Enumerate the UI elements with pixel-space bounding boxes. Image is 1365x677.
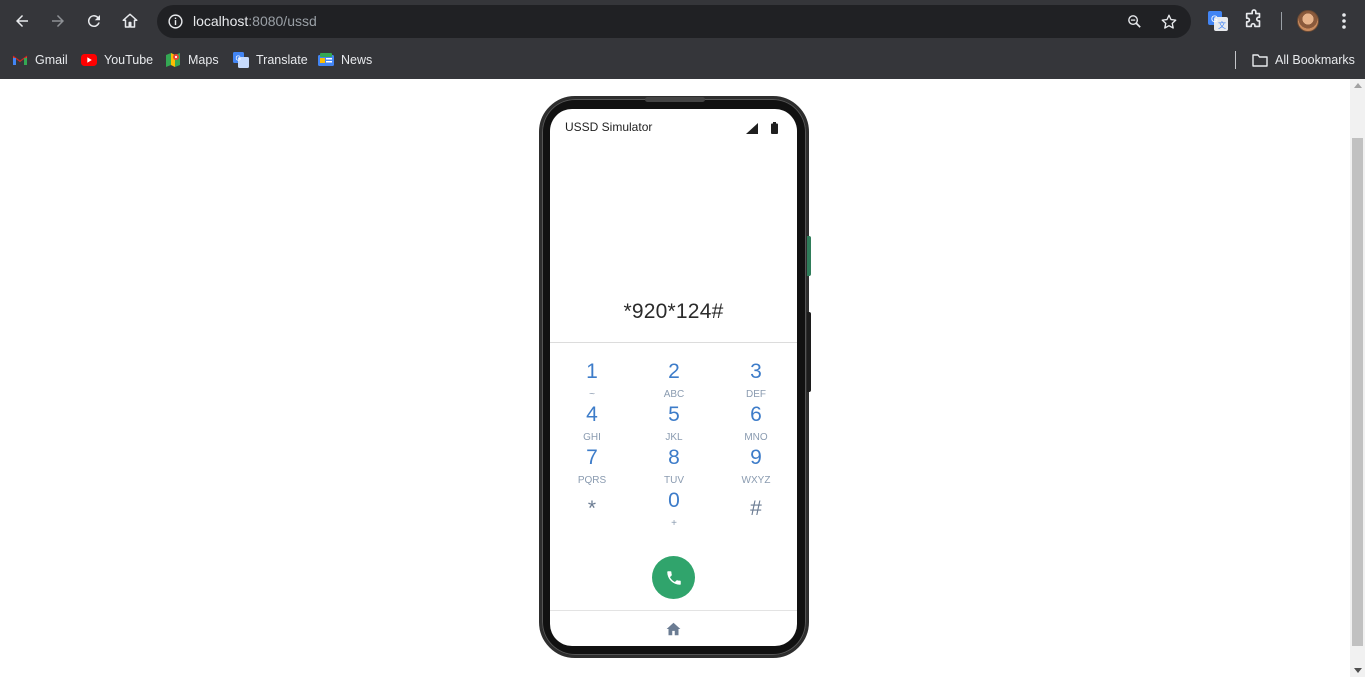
reload-icon: [87, 15, 100, 28]
app-title: USSD Simulator: [565, 120, 653, 134]
key-2[interactable]: 2 ABC: [639, 360, 709, 403]
svg-text:文: 文: [1218, 20, 1226, 30]
key-letters: PQRS: [577, 475, 607, 486]
phone-side-button: [807, 236, 811, 276]
key-digit: 6: [750, 403, 762, 426]
bookmark-label: Maps: [188, 53, 219, 67]
key-digit: 2: [668, 360, 680, 383]
address-bar[interactable]: localhost:8080/ussd: [157, 5, 1191, 38]
key-star[interactable]: *: [557, 497, 627, 540]
bookmark-label: News: [341, 53, 373, 67]
key-digit: 3: [750, 360, 762, 383]
key-digit: 4: [586, 403, 598, 426]
bookmarks-separator: [1235, 51, 1236, 69]
scrollbar-thumb[interactable]: [1352, 138, 1363, 646]
phone-home-button[interactable]: [664, 619, 683, 638]
extensions-puzzle-icon[interactable]: [1243, 9, 1265, 31]
key-letters: +: [671, 518, 677, 529]
key-8[interactable]: 8 TUV: [639, 446, 709, 489]
arrow-left-icon: [16, 15, 28, 27]
youtube-icon: [81, 52, 97, 68]
key-letters: WXYZ: [741, 475, 771, 486]
battery-icon: [771, 122, 778, 134]
translate-icon: G: [233, 52, 249, 68]
key-9[interactable]: 9 WXYZ: [721, 446, 791, 489]
call-button[interactable]: [652, 556, 695, 599]
key-digit: *: [587, 497, 597, 520]
bookmark-label: Translate: [256, 53, 308, 67]
menu-kebab-icon[interactable]: [1334, 9, 1354, 33]
scroll-down-arrow-icon[interactable]: [1354, 668, 1362, 673]
svg-text:G: G: [236, 56, 241, 63]
key-4[interactable]: 4 GHI: [557, 403, 627, 446]
key-5[interactable]: 5 JKL: [639, 403, 709, 446]
phone-call-icon: [666, 570, 681, 585]
key-3[interactable]: 3 DEF: [721, 360, 791, 403]
key-6[interactable]: 6 MNO: [721, 403, 791, 446]
key-letters: GHI: [583, 432, 601, 443]
key-letters: JKL: [665, 432, 683, 443]
page-scrollbar[interactable]: [1350, 79, 1365, 677]
key-1[interactable]: 1 ~: [557, 360, 627, 403]
phone-screen: USSD Simulator *920*124# 1 ~ 2 ABC 3 DEF 4G…: [550, 109, 797, 646]
phone-volume-button: [807, 312, 811, 392]
phone-speaker: [645, 97, 705, 102]
browser-toolbar: localhost:8080/ussd G文: [0, 0, 1365, 42]
zoom-icon[interactable]: [1122, 9, 1147, 34]
all-bookmarks-button[interactable]: All Bookmarks: [1252, 50, 1355, 70]
reload-button[interactable]: [79, 6, 109, 36]
gmail-icon: [12, 52, 28, 68]
all-bookmarks-label: All Bookmarks: [1275, 53, 1355, 67]
key-digit: 7: [586, 446, 598, 469]
key-digit: #: [750, 497, 762, 520]
profile-avatar[interactable]: [1297, 10, 1319, 32]
bookmark-translate[interactable]: G Translate: [233, 50, 308, 70]
svg-text:G: G: [1211, 14, 1218, 24]
key-hash[interactable]: #: [721, 497, 791, 540]
maps-icon: [165, 52, 181, 68]
key-digit: 0: [668, 489, 680, 512]
home-icon: [122, 13, 138, 28]
display-divider: [550, 342, 797, 343]
scroll-up-arrow-icon[interactable]: [1354, 83, 1362, 88]
key-digit: 5: [668, 403, 680, 426]
key-letters: MNO: [744, 432, 768, 443]
home-icon: [666, 622, 681, 635]
bookmark-label: YouTube: [104, 53, 154, 67]
url-text[interactable]: localhost:8080/ussd: [193, 13, 317, 29]
bookmark-maps[interactable]: Maps: [165, 50, 219, 70]
key-digit: 9: [750, 446, 762, 469]
folder-icon: [1252, 52, 1268, 68]
key-letters: DEF: [746, 389, 766, 400]
key-7[interactable]: 7 PQRS: [557, 446, 627, 489]
key-0[interactable]: 0 +: [639, 489, 709, 532]
toolbar-separator: [1281, 12, 1282, 30]
url-host: localhost: [193, 13, 249, 29]
forward-button[interactable]: [43, 6, 73, 36]
bookmark-news[interactable]: News: [318, 50, 372, 70]
signal-icon: [746, 123, 758, 134]
key-letters: ~: [589, 389, 595, 400]
dialed-code-display: *920*124#: [623, 300, 724, 323]
bookmark-label: Gmail: [35, 53, 68, 67]
key-digit: 8: [668, 446, 680, 469]
url-path: :8080/ussd: [248, 13, 317, 29]
bottom-nav-divider: [550, 610, 797, 611]
key-letters: TUV: [664, 475, 684, 486]
bookmark-youtube[interactable]: YouTube: [81, 50, 153, 70]
arrow-right-icon: [52, 15, 64, 27]
bookmarks-bar: Gmail YouTube Maps G Translate News All …: [0, 42, 1365, 79]
key-digit: 1: [586, 360, 598, 383]
back-button[interactable]: [7, 6, 37, 36]
site-info-icon[interactable]: [163, 9, 188, 34]
news-icon: [318, 52, 334, 68]
home-button[interactable]: [115, 6, 145, 36]
bookmark-star-icon[interactable]: [1156, 9, 1181, 34]
bookmark-gmail[interactable]: Gmail: [12, 50, 68, 70]
key-letters: ABC: [663, 389, 685, 400]
google-translate-extension-icon[interactable]: G文: [1207, 10, 1229, 32]
